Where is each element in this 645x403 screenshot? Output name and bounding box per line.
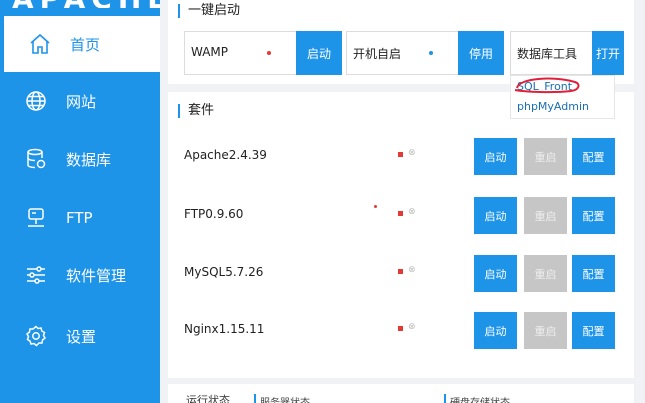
service-name: FTP0.9.60 [184,207,244,221]
restart-button[interactable]: 重启 [524,138,567,175]
service-row-nginx: Nginx1.15.11 ⊗ 启动 重启 配置 [168,306,634,356]
status-panel: 运行状态 服务器状态 硬盘存储状态 [168,384,634,403]
home-icon [28,32,52,56]
autostart-status-dot [429,51,433,55]
sidebar-item-label: 网站 [66,92,97,111]
wamp-start-button[interactable]: 启动 [296,31,342,75]
brand-logo: APACHE [0,0,160,8]
db-tools-open-button[interactable]: 打开 [592,31,624,75]
stopped-icon: ⊗ [408,207,416,217]
stopped-icon: ⊗ [408,265,416,275]
service-name: Nginx1.15.11 [184,322,265,336]
red-annotation-circle [514,77,580,94]
wamp-group: WAMP 启动 [184,31,342,75]
sidebar: APACHE 首页 网站 数据库 FTP [0,0,160,403]
service-row-mysql: MySQL5.7.26 ⊗ 启动 重启 配置 [168,249,634,299]
start-button[interactable]: 启动 [474,197,517,234]
sidebar-item-home[interactable]: 首页 [4,16,160,72]
service-status-indicator [398,326,403,331]
restart-button[interactable]: 重启 [524,312,567,349]
start-button[interactable]: 启动 [474,312,517,349]
sidebar-item-software[interactable]: 软件管理 [0,247,160,303]
stray-marker-dot [374,205,377,208]
restart-button[interactable]: 重启 [524,197,567,234]
sliders-icon [24,263,48,287]
stopped-icon: ⊗ [408,322,416,332]
suite-panel: 套件 Apache2.4.39 ⊗ 启动 重启 配置 FTP0.9.60 ⊗ 启… [168,92,634,378]
sidebar-item-label: 数据库 [66,150,112,169]
start-button[interactable]: 启动 [474,138,517,175]
config-button[interactable]: 配置 [572,312,615,349]
database-icon [24,147,48,171]
service-status-indicator [398,211,403,216]
service-status-indicator [398,269,403,274]
scroll-gutter [636,0,645,403]
globe-icon [24,89,48,113]
sidebar-item-label: 首页 [70,35,101,54]
stopped-icon: ⊗ [408,148,416,158]
config-button[interactable]: 配置 [572,255,615,292]
dropdown-item-phpmyadmin[interactable]: phpMyAdmin [517,100,589,113]
sidebar-item-website[interactable]: 网站 [0,73,160,129]
main-content: 一键启动 WAMP 启动 开机自启 停用 数据库工具 打开 套件 Apache2… [160,0,645,403]
section-title-quick-start: 一键启动 [178,4,240,18]
settings-icon [24,324,48,348]
service-name: Apache2.4.39 [184,148,267,162]
app-window: APACHE 首页 网站 数据库 FTP [0,0,645,403]
autostart-group: 开机自启 停用 [346,31,504,75]
service-status-indicator [398,152,403,157]
server-status-label: 服务器状态 [254,394,310,403]
autostart-label: 开机自启 [353,47,402,61]
config-button[interactable]: 配置 [572,197,615,234]
sidebar-item-ftp[interactable]: FTP [0,190,160,246]
sidebar-item-database[interactable]: 数据库 [0,131,160,187]
ftp-server-icon [24,206,48,230]
service-name: MySQL5.7.26 [184,265,264,279]
sidebar-item-label: 设置 [66,327,97,346]
db-tools-dropdown: SQL_Front phpMyAdmin [510,75,615,119]
service-row-apache: Apache2.4.39 ⊗ 启动 重启 配置 [168,132,634,182]
sidebar-item-label: 软件管理 [66,266,127,285]
sidebar-item-label: FTP [66,209,93,227]
brand-text: APACHE [12,0,160,8]
status-title: 运行状态 [186,394,230,403]
db-tools-group: 数据库工具 打开 [510,31,624,75]
db-tools-label: 数据库工具 [517,47,578,61]
quick-start-panel: 一键启动 WAMP 启动 开机自启 停用 数据库工具 打开 [168,0,634,84]
wamp-label: WAMP [191,45,229,59]
restart-button[interactable]: 重启 [524,255,567,292]
section-title-suite: 套件 [178,104,214,118]
start-button[interactable]: 启动 [474,255,517,292]
service-row-ftp: FTP0.9.60 ⊗ 启动 重启 配置 [168,191,634,241]
autostart-disable-button[interactable]: 停用 [458,31,504,75]
wamp-status-dot [267,51,271,55]
config-button[interactable]: 配置 [572,138,615,175]
disk-status-label: 硬盘存储状态 [444,394,510,403]
sidebar-item-settings[interactable]: 设置 [0,308,160,364]
